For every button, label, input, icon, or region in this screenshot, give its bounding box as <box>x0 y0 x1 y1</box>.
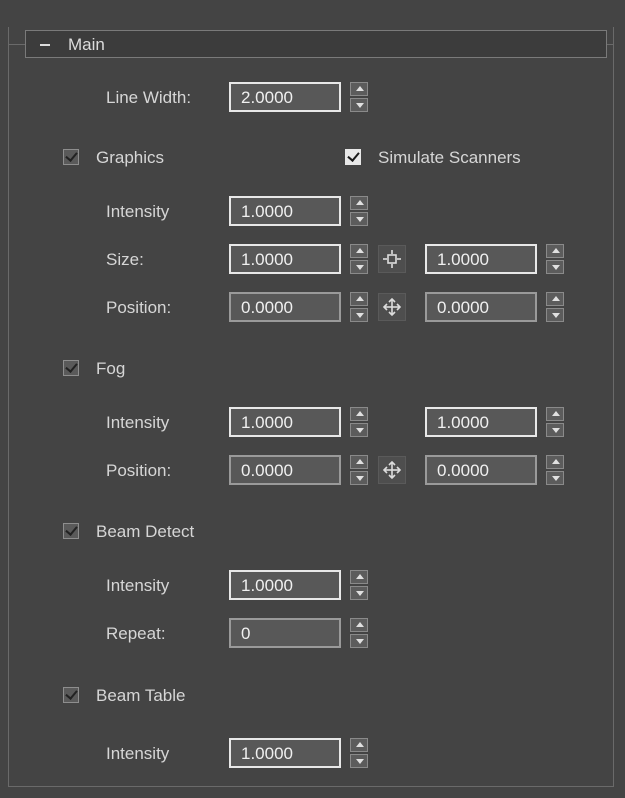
beam-table-intensity-label: Intensity <box>106 744 170 763</box>
spin-down-arrow-icon[interactable] <box>350 260 368 274</box>
graphics-pos-y-spinner[interactable] <box>546 292 564 322</box>
beam-table-intensity-field[interactable]: 1.0000 <box>229 738 341 768</box>
scale-lock-icon[interactable] <box>378 245 406 273</box>
spin-down-arrow-icon[interactable] <box>350 423 368 437</box>
spin-up-arrow-icon[interactable] <box>350 738 368 752</box>
beam-detect-intensity-label: Intensity <box>106 576 170 595</box>
spin-up-arrow-icon[interactable] <box>546 455 564 469</box>
spin-down-arrow-icon[interactable] <box>546 260 564 274</box>
beam-table-intensity-spinner[interactable] <box>350 738 368 768</box>
spin-up-arrow-icon[interactable] <box>350 196 368 210</box>
graphics-size-x-field[interactable]: 1.0000 <box>229 244 341 274</box>
spin-down-arrow-icon[interactable] <box>546 308 564 322</box>
spin-down-arrow-icon[interactable] <box>350 471 368 485</box>
graphics-size-x-spinner[interactable] <box>350 244 368 274</box>
minus-icon[interactable] <box>40 44 50 46</box>
move-lock-icon[interactable] <box>378 456 406 484</box>
fog-pos-x-field[interactable]: 0.0000 <box>229 455 341 485</box>
spin-up-arrow-icon[interactable] <box>350 82 368 96</box>
frame-line-left <box>8 44 25 45</box>
fog-intensity-label: Intensity <box>106 413 170 432</box>
line-width-label: Line Width: <box>106 88 192 107</box>
spin-up-arrow-icon[interactable] <box>350 570 368 584</box>
fog-position-label: Position: <box>106 461 172 480</box>
beam-detect-label: Beam Detect <box>96 522 195 541</box>
spin-down-arrow-icon[interactable] <box>350 98 368 112</box>
graphics-intensity-spinner[interactable] <box>350 196 368 226</box>
spin-up-arrow-icon[interactable] <box>350 292 368 306</box>
fog-pos-x-spinner[interactable] <box>350 455 368 485</box>
simulate-scanners-label: Simulate Scanners <box>378 148 521 167</box>
spin-up-arrow-icon[interactable] <box>350 618 368 632</box>
spin-up-arrow-icon[interactable] <box>546 292 564 306</box>
spin-up-arrow-icon[interactable] <box>546 244 564 258</box>
rollout-header-main[interactable]: Main <box>25 30 607 58</box>
fog-label: Fog <box>96 359 126 378</box>
beam-detect-intensity-field[interactable]: 1.0000 <box>229 570 341 600</box>
rollout-title: Main <box>68 35 105 54</box>
fog-intensity-b-field[interactable]: 1.0000 <box>425 407 537 437</box>
fog-pos-y-spinner[interactable] <box>546 455 564 485</box>
fog-intensity-b-spinner[interactable] <box>546 407 564 437</box>
graphics-label: Graphics <box>96 148 165 167</box>
beam-table-checkbox[interactable] <box>63 687 79 703</box>
beam-detect-repeat-label: Repeat: <box>106 624 166 643</box>
spin-up-arrow-icon[interactable] <box>350 407 368 421</box>
fog-intensity-a-field[interactable]: 1.0000 <box>229 407 341 437</box>
beam-detect-checkbox[interactable] <box>63 523 79 539</box>
spin-down-arrow-icon[interactable] <box>350 308 368 322</box>
fog-pos-y-field[interactable]: 0.0000 <box>425 455 537 485</box>
graphics-pos-x-field[interactable]: 0.0000 <box>229 292 341 322</box>
spin-down-arrow-icon[interactable] <box>546 471 564 485</box>
spin-down-arrow-icon[interactable] <box>350 634 368 648</box>
frame-line-right <box>607 44 614 45</box>
simulate-scanners-checkbox[interactable] <box>345 149 361 165</box>
graphics-pos-y-field[interactable]: 0.0000 <box>425 292 537 322</box>
graphics-size-label: Size: <box>106 250 144 269</box>
graphics-size-y-field[interactable]: 1.0000 <box>425 244 537 274</box>
beam-detect-repeat-spinner[interactable] <box>350 618 368 648</box>
spin-up-arrow-icon[interactable] <box>350 244 368 258</box>
graphics-pos-x-spinner[interactable] <box>350 292 368 322</box>
fog-checkbox[interactable] <box>63 360 79 376</box>
spin-down-arrow-icon[interactable] <box>350 754 368 768</box>
line-width-spinner[interactable] <box>350 82 368 112</box>
spin-up-arrow-icon[interactable] <box>350 455 368 469</box>
spin-down-arrow-icon[interactable] <box>546 423 564 437</box>
beam-detect-intensity-spinner[interactable] <box>350 570 368 600</box>
graphics-size-y-spinner[interactable] <box>546 244 564 274</box>
graphics-intensity-label: Intensity <box>106 202 170 221</box>
line-width-field[interactable]: 2.0000 <box>229 82 341 112</box>
graphics-intensity-field[interactable]: 1.0000 <box>229 196 341 226</box>
fog-intensity-a-spinner[interactable] <box>350 407 368 437</box>
beam-detect-repeat-field[interactable]: 0 <box>229 618 341 648</box>
spin-down-arrow-icon[interactable] <box>350 586 368 600</box>
spin-up-arrow-icon[interactable] <box>546 407 564 421</box>
beam-table-label: Beam Table <box>96 686 186 705</box>
move-lock-icon[interactable] <box>378 293 406 321</box>
graphics-position-label: Position: <box>106 298 172 317</box>
spin-down-arrow-icon[interactable] <box>350 212 368 226</box>
graphics-checkbox[interactable] <box>63 149 79 165</box>
